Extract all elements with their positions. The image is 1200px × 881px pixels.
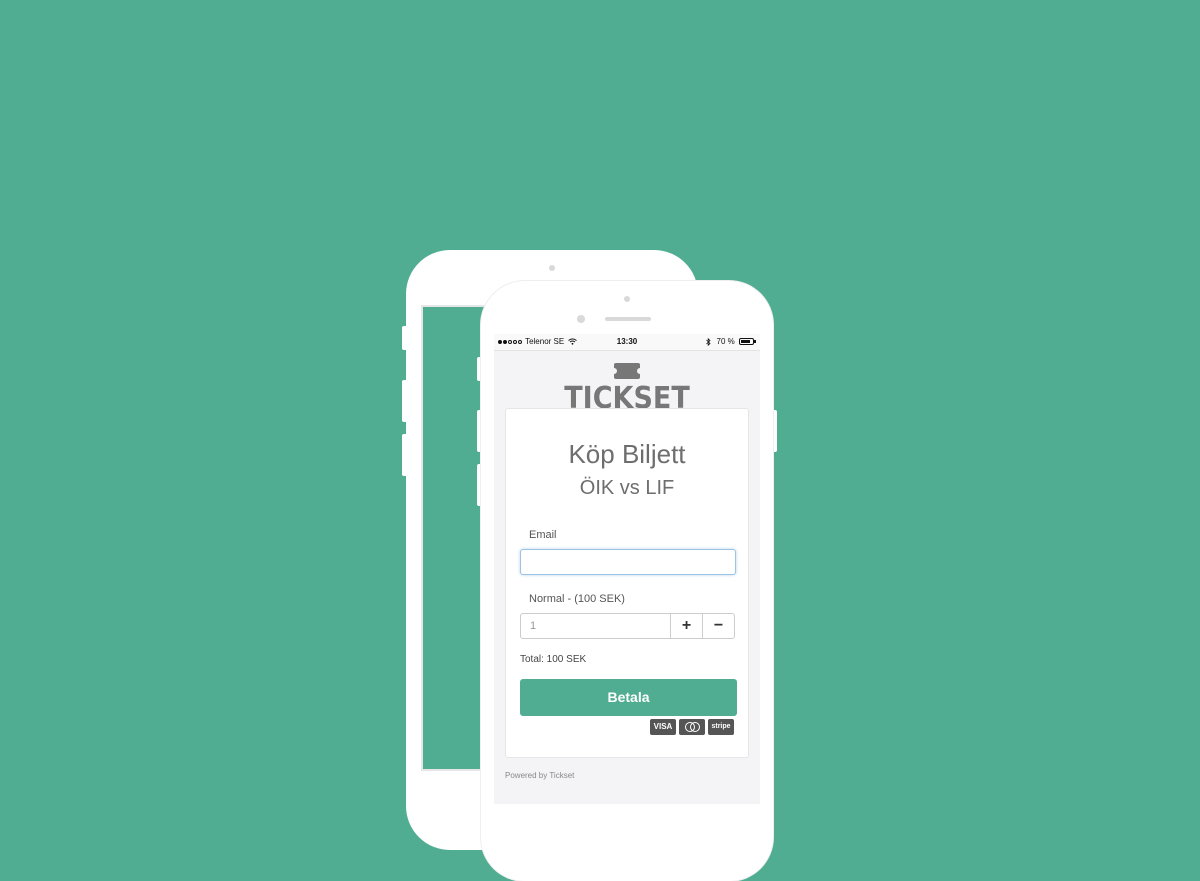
mastercard-icon bbox=[679, 719, 705, 735]
stripe-icon: stripe bbox=[708, 719, 734, 735]
camera bbox=[549, 265, 555, 271]
front-phone-power-button bbox=[773, 410, 777, 452]
battery-icon bbox=[739, 338, 756, 346]
email-label: Email bbox=[529, 529, 557, 541]
status-right: 70 % bbox=[706, 334, 756, 350]
ticket-icon bbox=[611, 363, 643, 379]
decrement-button[interactable]: − bbox=[702, 613, 735, 639]
bluetooth-icon bbox=[706, 337, 711, 347]
ticket-type-label: Normal - (100 SEK) bbox=[529, 593, 625, 605]
purchase-form: Köp Biljett ÖIK vs LIF Email Normal - (1… bbox=[505, 408, 749, 758]
powered-by: Powered by Tickset bbox=[505, 771, 575, 780]
pay-button[interactable]: Betala bbox=[520, 679, 737, 716]
total-label: Total: 100 SEK bbox=[520, 654, 587, 665]
brand-header: TICKSET bbox=[494, 351, 760, 416]
battery-percent: 70 % bbox=[716, 337, 735, 346]
payment-methods: VISA stripe bbox=[647, 719, 734, 737]
visa-icon: VISA bbox=[650, 719, 676, 735]
email-field[interactable] bbox=[520, 549, 736, 575]
camera bbox=[624, 296, 630, 302]
increment-button[interactable]: + bbox=[670, 613, 703, 639]
front-camera bbox=[577, 315, 585, 323]
quantity-input[interactable]: 1 bbox=[520, 613, 671, 639]
event-title: ÖIK vs LIF bbox=[579, 477, 675, 499]
page-title: Köp Biljett bbox=[568, 439, 686, 469]
front-phone: Telenor SE 13:30 70 % TICKSET Köp Biljet… bbox=[481, 281, 773, 881]
speaker bbox=[605, 317, 651, 321]
status-bar: Telenor SE 13:30 70 % bbox=[494, 334, 760, 351]
phone-screen: Telenor SE 13:30 70 % TICKSET Köp Biljet… bbox=[494, 334, 760, 804]
